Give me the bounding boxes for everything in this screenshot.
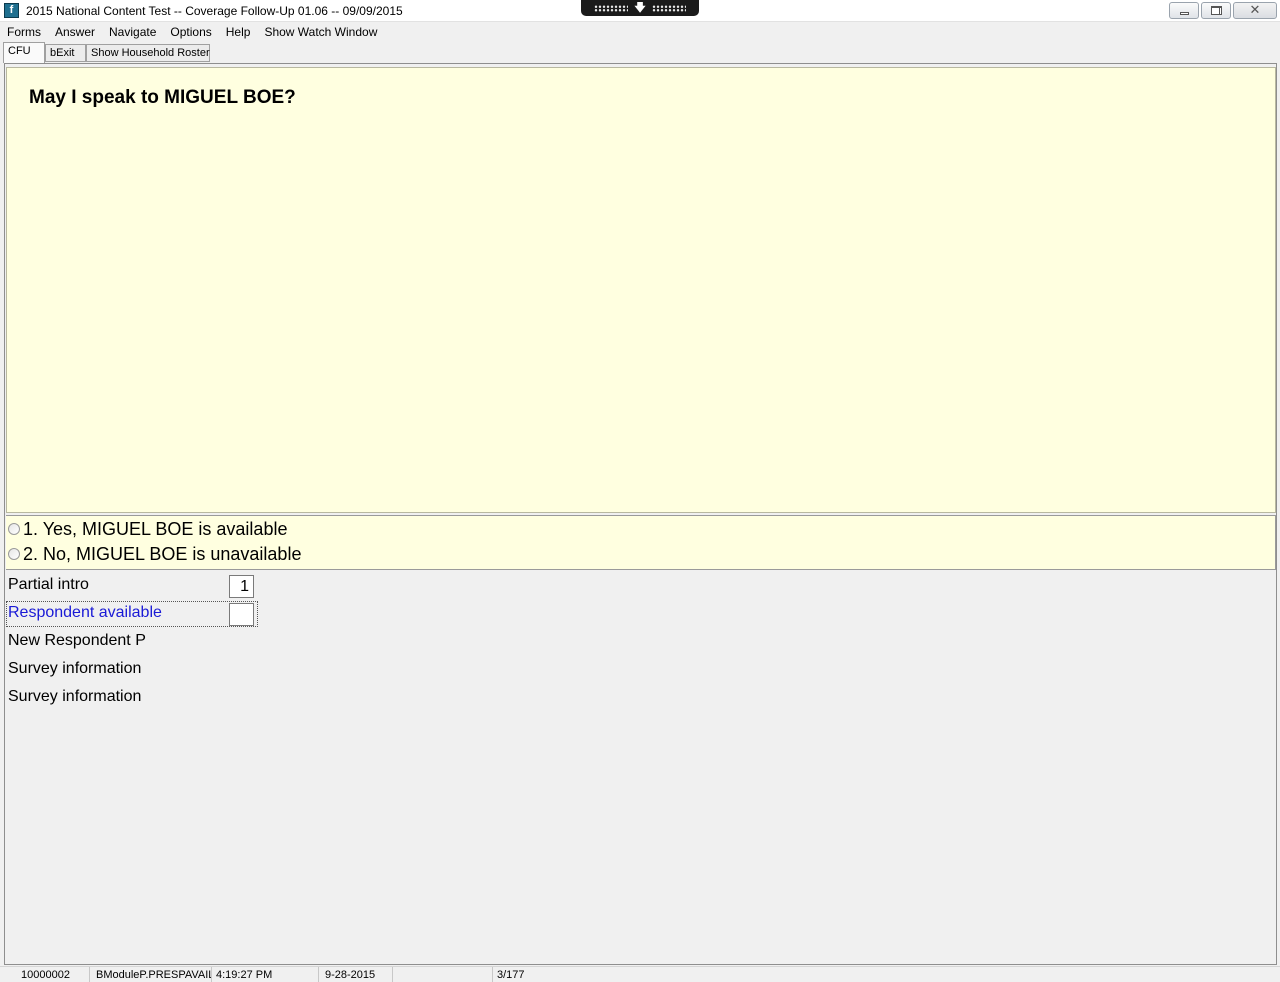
minimize-button[interactable] [1169,2,1199,19]
field-list: Partial intro 1 Respondent available New… [6,571,1276,963]
field-row-new-respondent[interactable]: New Respondent P [6,629,258,655]
tab-bexit[interactable]: bExit [45,44,86,62]
tab-show-household-roster[interactable]: Show Household Roster [86,44,210,62]
remote-grip-right-icon [651,4,686,12]
answer-option-no[interactable]: 2. No, MIGUEL BOE is unavailable [8,542,301,566]
field-label: New Respondent P [8,632,146,649]
minimize-icon [1179,12,1189,15]
field-label: Partial intro [8,576,89,593]
field-row-survey-information[interactable]: Survey information [6,657,258,683]
close-button[interactable]: ✕ [1233,2,1277,19]
menu-navigate[interactable]: Navigate [102,23,163,42]
answer-label: 1. Yes, MIGUEL BOE is available [23,518,288,539]
close-icon: ✕ [1249,3,1261,18]
remote-grip-left-icon [594,4,629,12]
menu-bar: Forms Answer Navigate Options Help Show … [0,23,1280,42]
menu-options[interactable]: Options [163,23,218,42]
tab-cfu[interactable]: CFU [3,42,45,63]
restore-icon [1210,6,1222,15]
question-pane: May I speak to MIGUEL BOE? [6,67,1276,513]
field-value-input[interactable]: 1 [229,575,254,598]
form-frame: May I speak to MIGUEL BOE? 1. Yes, MIGUE… [4,63,1277,965]
field-row-respondent-available[interactable]: Respondent available [6,601,258,627]
answer-option-yes[interactable]: 1. Yes, MIGUEL BOE is available [8,517,287,541]
survey-application-window: f 2015 National Content Test -- Coverage… [0,0,1280,982]
status-case-id: 10000002 [0,967,90,982]
status-date: 9-28-2015 [319,967,393,982]
field-label: Survey information [8,660,142,677]
radio-button[interactable] [8,523,20,535]
arrow-down-icon[interactable]: 🡇 [634,2,645,13]
menu-answer[interactable]: Answer [48,23,102,42]
status-field-name: BModuleP.PRESPAVAIL [90,967,212,982]
window-controls: ✕ [1169,2,1277,19]
window-title: 2015 National Content Test -- Coverage F… [26,4,403,18]
question-text: May I speak to MIGUEL BOE? [29,87,296,108]
remote-session-bar[interactable]: 🡇 [581,0,699,16]
menu-forms[interactable]: Forms [0,23,48,42]
app-logo-icon: f [4,3,19,18]
field-row-survey-information[interactable]: Survey information [6,685,258,711]
answer-label: 2. No, MIGUEL BOE is unavailable [23,543,302,564]
radio-button[interactable] [8,548,20,560]
field-label: Respondent available [8,604,162,621]
field-label: Survey information [8,688,142,705]
title-bar: f 2015 National Content Test -- Coverage… [0,0,1280,22]
menu-help[interactable]: Help [219,23,258,42]
status-time: 4:19:27 PM [212,967,319,982]
restore-button[interactable] [1201,2,1231,19]
status-bar: 10000002 BModuleP.PRESPAVAIL 4:19:27 PM … [0,966,1280,982]
tab-strip: CFU bExit Show Household Roster [0,42,1280,63]
menu-show-watch-window[interactable]: Show Watch Window [257,23,384,42]
answer-list: 1. Yes, MIGUEL BOE is available 2. No, M… [6,515,1276,570]
status-page: 3/177 [497,969,525,981]
field-value-input[interactable] [229,603,254,626]
field-row-partial-intro[interactable]: Partial intro 1 [6,573,258,599]
status-blank [393,967,493,982]
